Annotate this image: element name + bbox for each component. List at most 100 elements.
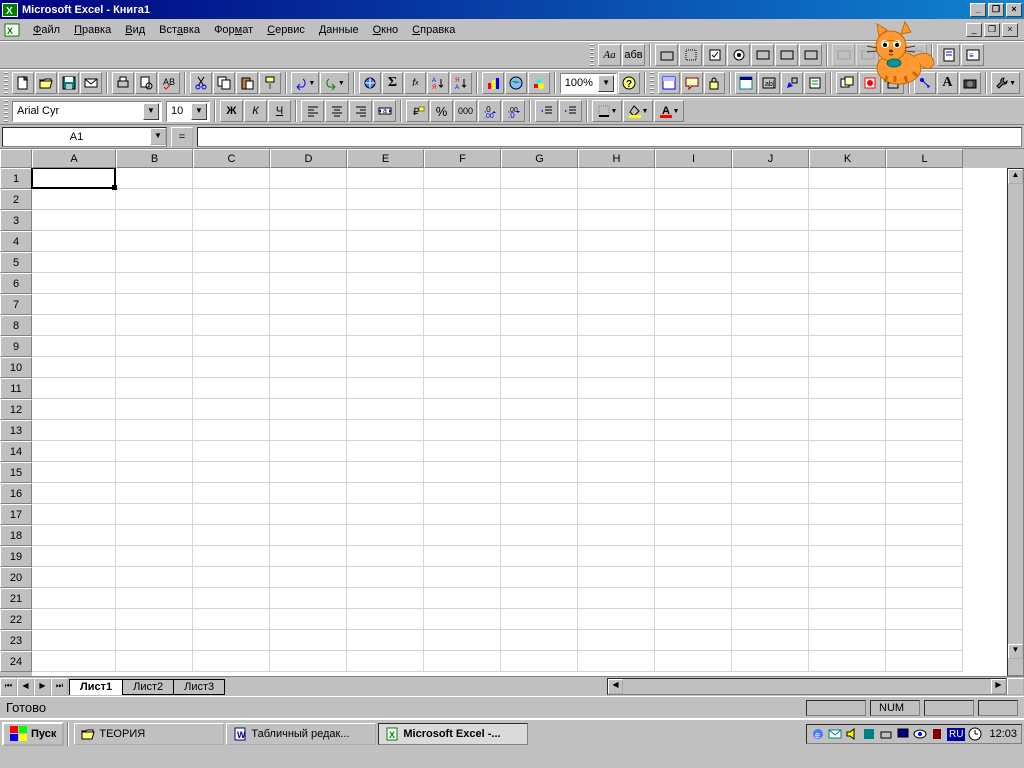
- map-button[interactable]: [505, 72, 527, 94]
- control-toolbox-button[interactable]: ab|: [758, 72, 780, 94]
- cell[interactable]: [347, 231, 424, 252]
- cell[interactable]: [655, 525, 732, 546]
- scroll-right-button[interactable]: ▶: [991, 679, 1006, 694]
- cell[interactable]: [732, 420, 809, 441]
- cell[interactable]: [809, 525, 886, 546]
- comment-button[interactable]: [681, 72, 703, 94]
- cell[interactable]: [32, 273, 116, 294]
- cell[interactable]: [424, 420, 501, 441]
- sheet-tab-Лист3[interactable]: Лист3: [173, 679, 225, 695]
- copy-button[interactable]: [213, 72, 235, 94]
- tab-next-button[interactable]: ▶: [34, 678, 51, 696]
- font-a-button[interactable]: A: [937, 72, 959, 94]
- cell[interactable]: [424, 525, 501, 546]
- cell[interactable]: [116, 168, 193, 189]
- cell[interactable]: [347, 273, 424, 294]
- redo-button[interactable]: ▼: [320, 72, 349, 94]
- tab-prev-button[interactable]: ◀: [17, 678, 34, 696]
- cell[interactable]: [655, 609, 732, 630]
- chart-button[interactable]: [482, 72, 504, 94]
- cell[interactable]: [424, 378, 501, 399]
- cell[interactable]: [32, 609, 116, 630]
- tray-screen-icon[interactable]: [896, 727, 910, 741]
- cell[interactable]: [270, 336, 347, 357]
- cell[interactable]: [270, 420, 347, 441]
- cell[interactable]: [809, 357, 886, 378]
- cell[interactable]: [347, 189, 424, 210]
- cell[interactable]: [424, 588, 501, 609]
- cell[interactable]: [347, 210, 424, 231]
- cell[interactable]: [578, 210, 655, 231]
- cell[interactable]: [655, 546, 732, 567]
- menu-файл[interactable]: Файл: [26, 22, 67, 38]
- row-header-8[interactable]: 8: [0, 315, 32, 336]
- cell[interactable]: [193, 441, 270, 462]
- cell[interactable]: [655, 231, 732, 252]
- cell[interactable]: [501, 315, 578, 336]
- cell[interactable]: [578, 168, 655, 189]
- cell[interactable]: [347, 420, 424, 441]
- cell[interactable]: [116, 588, 193, 609]
- cell[interactable]: [424, 210, 501, 231]
- cell[interactable]: [886, 336, 963, 357]
- cell[interactable]: [424, 168, 501, 189]
- cell[interactable]: [886, 252, 963, 273]
- row-header-24[interactable]: 24: [0, 651, 32, 672]
- cell[interactable]: [501, 651, 578, 672]
- row-header-5[interactable]: 5: [0, 252, 32, 273]
- cell[interactable]: [116, 399, 193, 420]
- menu-данные[interactable]: Данные: [312, 22, 366, 38]
- cell[interactable]: [347, 378, 424, 399]
- cell[interactable]: [886, 294, 963, 315]
- row-header-9[interactable]: 9: [0, 336, 32, 357]
- cell[interactable]: [809, 315, 886, 336]
- cell[interactable]: [886, 504, 963, 525]
- cell[interactable]: [193, 315, 270, 336]
- cell[interactable]: [270, 588, 347, 609]
- font-small-button[interactable]: абв: [622, 44, 645, 66]
- cell[interactable]: [886, 231, 963, 252]
- row-header-3[interactable]: 3: [0, 210, 32, 231]
- align-center-button[interactable]: [325, 100, 348, 122]
- cell[interactable]: [809, 651, 886, 672]
- cell[interactable]: [116, 315, 193, 336]
- cell[interactable]: [424, 336, 501, 357]
- cell[interactable]: [809, 168, 886, 189]
- cell[interactable]: [809, 546, 886, 567]
- dropdown-icon[interactable]: ▼: [143, 103, 159, 120]
- cell[interactable]: [732, 399, 809, 420]
- cell[interactable]: [116, 231, 193, 252]
- sort-asc-button[interactable]: АЯ: [427, 72, 449, 94]
- cell[interactable]: [270, 168, 347, 189]
- cell[interactable]: [347, 546, 424, 567]
- cell[interactable]: [116, 525, 193, 546]
- cell[interactable]: [501, 294, 578, 315]
- cell[interactable]: [501, 231, 578, 252]
- help-button[interactable]: ?: [618, 72, 640, 94]
- mdi-close-button[interactable]: ×: [1002, 23, 1018, 37]
- cell[interactable]: [270, 546, 347, 567]
- cell[interactable]: [347, 525, 424, 546]
- cell[interactable]: [655, 294, 732, 315]
- menu-правка[interactable]: Правка: [67, 22, 118, 38]
- cell[interactable]: [732, 588, 809, 609]
- form-button-1[interactable]: [751, 44, 774, 66]
- cell[interactable]: [732, 294, 809, 315]
- cell[interactable]: [32, 588, 116, 609]
- pivot-button[interactable]: [658, 72, 680, 94]
- cell[interactable]: [424, 483, 501, 504]
- cell[interactable]: [32, 189, 116, 210]
- cell[interactable]: [270, 357, 347, 378]
- cell[interactable]: [578, 588, 655, 609]
- cell[interactable]: [424, 357, 501, 378]
- percent-button[interactable]: %: [430, 100, 453, 122]
- cell[interactable]: [193, 630, 270, 651]
- cell[interactable]: [501, 504, 578, 525]
- cell[interactable]: [655, 420, 732, 441]
- cell[interactable]: [116, 651, 193, 672]
- column-header-L[interactable]: L: [886, 149, 963, 168]
- cell[interactable]: [501, 357, 578, 378]
- taskbar-item-0[interactable]: ТЕОРИЯ: [74, 723, 224, 745]
- cell[interactable]: [578, 399, 655, 420]
- column-header-J[interactable]: J: [732, 149, 809, 168]
